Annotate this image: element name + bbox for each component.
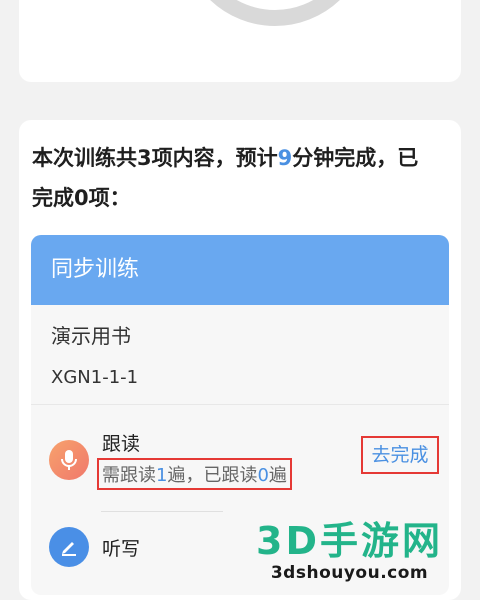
desc-suffix: 遍 bbox=[268, 465, 287, 486]
microphone-icon bbox=[49, 440, 89, 480]
desc-middle: 遍，已跟读 bbox=[167, 465, 258, 486]
book-code: XGN1-1-1 bbox=[51, 367, 139, 388]
task-divider bbox=[101, 511, 223, 512]
task-read-along: 跟读 需跟读1遍，已跟读0遍 去完成 bbox=[31, 410, 449, 500]
required-count: 1 bbox=[156, 465, 168, 486]
task-title: 跟读 bbox=[102, 433, 141, 455]
pen-icon bbox=[49, 527, 89, 567]
watermark-logo: 3D手游网 3dshouyou.com bbox=[219, 515, 480, 586]
progress-ring bbox=[181, 0, 369, 26]
desc-prefix: 需跟读 bbox=[102, 465, 156, 486]
progress-card bbox=[19, 0, 461, 82]
go-complete-button[interactable]: 去完成 bbox=[361, 436, 439, 474]
task-title: 听写 bbox=[102, 538, 141, 560]
watermark-text: 3D手游网 bbox=[256, 518, 443, 563]
task-progress-text: 需跟读1遍，已跟读0遍 bbox=[97, 458, 292, 490]
section-title: 同步训练 bbox=[31, 235, 449, 305]
book-info: 演示用书 XGN1-1-1 bbox=[31, 305, 449, 405]
watermark-url: 3dshouyou.com bbox=[270, 562, 429, 583]
summary-prefix: 本次训练共3项内容，预计 bbox=[32, 146, 278, 170]
training-summary: 本次训练共3项内容，预计9分钟完成，已完成0项： bbox=[32, 138, 432, 218]
book-name: 演示用书 bbox=[51, 324, 131, 348]
summary-minutes: 9 bbox=[277, 146, 293, 170]
done-count: 0 bbox=[257, 465, 269, 486]
